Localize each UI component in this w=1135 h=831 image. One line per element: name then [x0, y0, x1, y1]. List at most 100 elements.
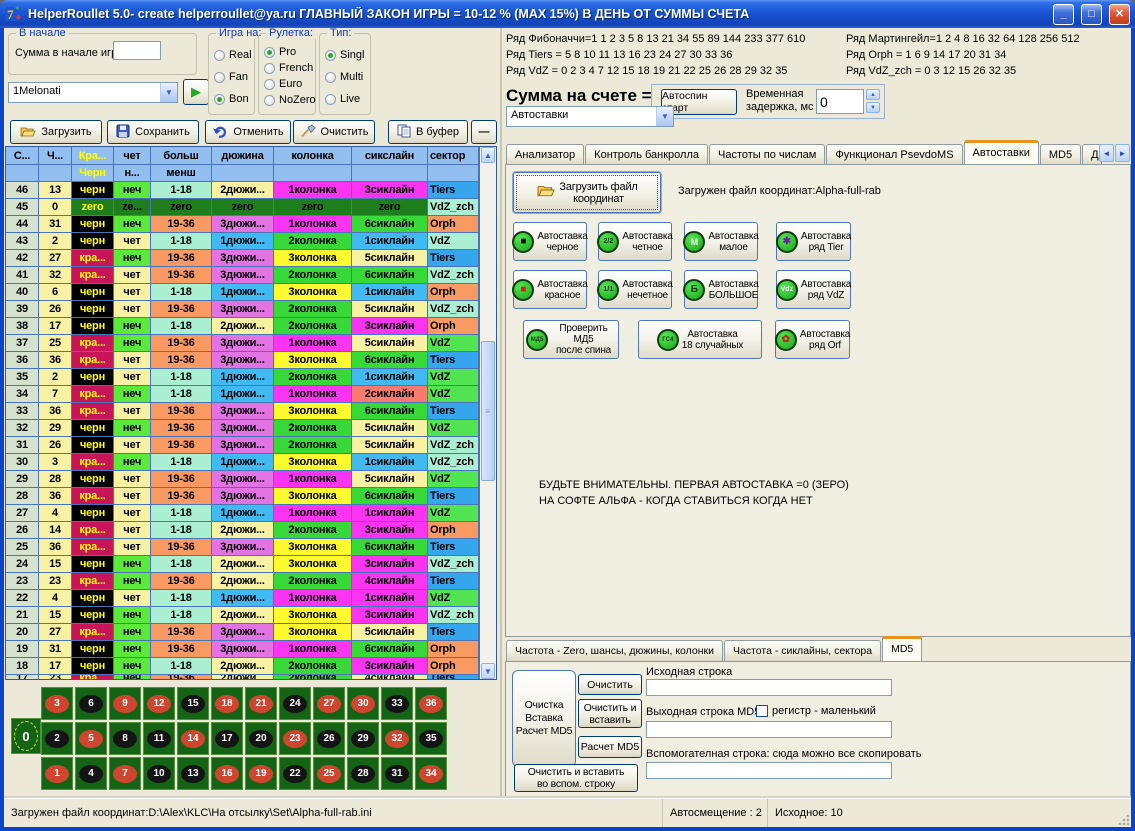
profile-combo[interactable]: 1Melonati ▼ — [8, 82, 178, 103]
roulette-cell-17[interactable]: 17 — [211, 722, 243, 755]
autobet-odd-button[interactable]: 1/1Автоставканечетное — [598, 270, 672, 309]
roulette-cell-28[interactable]: 28 — [347, 757, 379, 790]
delay-input[interactable] — [816, 89, 864, 114]
radio-pro[interactable]: Pro — [264, 46, 296, 58]
roulette-cell-20[interactable]: 20 — [245, 722, 277, 755]
roulette-cell-27[interactable]: 27 — [313, 687, 345, 720]
spin-down-icon[interactable]: ▼ — [866, 102, 880, 113]
collapse-button[interactable]: — — [471, 120, 497, 144]
maximize-button[interactable]: □ — [1081, 4, 1102, 25]
md5-source-input[interactable] — [646, 679, 892, 696]
roulette-cell-10[interactable]: 10 — [143, 757, 175, 790]
md5-clear-and-paste-button[interactable]: Очистить ивставить — [578, 699, 642, 728]
radio-french[interactable]: French — [264, 62, 313, 74]
register-checkbox-row[interactable]: регистр - маленький — [756, 705, 876, 717]
roulette-cell-31[interactable]: 31 — [381, 757, 413, 790]
roulette-cell-36[interactable]: 36 — [415, 687, 447, 720]
load-button[interactable]: Загрузить — [10, 120, 102, 144]
roulette-cell-6[interactable]: 6 — [75, 687, 107, 720]
roulette-cell-1[interactable]: 1 — [41, 757, 73, 790]
radio-multi-icon[interactable] — [325, 72, 336, 83]
tab-analyzer[interactable]: Анализатор — [506, 144, 584, 165]
play-button[interactable]: ▶ — [183, 79, 209, 105]
roulette-cell-11[interactable]: 11 — [143, 722, 175, 755]
tab-scroll-right-icon[interactable]: ► — [1115, 144, 1130, 162]
radio-live-icon[interactable] — [325, 94, 336, 105]
chevron-down-icon[interactable]: ▼ — [160, 83, 177, 102]
undo-button[interactable]: Отменить — [205, 120, 291, 144]
check-md5-after-spin-button[interactable]: МД5Проверить МД5после спина — [523, 320, 619, 359]
scroll-down-icon[interactable]: ▼ — [481, 663, 495, 679]
autobet-18-random-button[interactable]: ГС4Автоставка18 случайных — [638, 320, 762, 359]
resize-grip[interactable] — [1117, 813, 1129, 825]
radio-multi[interactable]: Multi — [325, 71, 363, 83]
mode-combo[interactable]: Автоставки ▼ — [506, 106, 674, 127]
tab-autobets[interactable]: Автоставки — [964, 140, 1039, 165]
tab-md5[interactable]: MD5 — [1040, 144, 1081, 165]
tab-freq-zero-chances[interactable]: Частота - Zero, шансы, дюжины, колонки — [506, 640, 723, 661]
radio-real[interactable]: Real — [214, 49, 252, 61]
start-sum-input[interactable] — [113, 41, 161, 60]
md5-clear-button[interactable]: Очистить — [578, 674, 642, 695]
tab-scroll-left-icon[interactable]: ◄ — [1099, 144, 1114, 162]
radio-french-icon[interactable] — [264, 63, 275, 74]
autobet-small-button[interactable]: MАвтоставкамалое — [684, 222, 758, 261]
roulette-cell-18[interactable]: 18 — [211, 687, 243, 720]
md5-clear-paste-calc-button[interactable]: ОчисткаВставкаРасчет MD5 — [512, 670, 576, 767]
roulette-cell-23[interactable]: 23 — [279, 722, 311, 755]
autobet-orf-row-button[interactable]: ✿Автоставкаряд Orf — [775, 320, 850, 359]
radio-nozero-icon[interactable] — [264, 95, 275, 106]
radio-bon[interactable]: Bon — [214, 93, 249, 105]
roulette-cell-21[interactable]: 21 — [245, 687, 277, 720]
md5-aux-input[interactable] — [646, 762, 892, 779]
roulette-cell-16[interactable]: 16 — [211, 757, 243, 790]
roulette-cell-9[interactable]: 9 — [109, 687, 141, 720]
roulette-cell-5[interactable]: 5 — [75, 722, 107, 755]
copy-buffer-button[interactable]: В буфер — [388, 120, 468, 144]
autobet-tier-row-button[interactable]: ✱Автоставкаряд Tier — [776, 222, 851, 261]
roulette-cell-30[interactable]: 30 — [347, 687, 379, 720]
tab-number-frequencies[interactable]: Частоты по числам — [709, 144, 825, 165]
autobet-big-button[interactable]: БАвтоставкаБОЛЬШОЕ — [684, 270, 758, 309]
autobet-red-button[interactable]: ■Автоставкакрасное — [513, 270, 587, 309]
radio-fan-icon[interactable] — [214, 72, 225, 83]
radio-singl-icon[interactable] — [325, 50, 336, 61]
roulette-cell-12[interactable]: 12 — [143, 687, 175, 720]
roulette-cell-2[interactable]: 2 — [41, 722, 73, 755]
roulette-cell-26[interactable]: 26 — [313, 722, 345, 755]
autobet-even-button[interactable]: 2/2Автоставкачетное — [598, 222, 672, 261]
md5-output-input[interactable] — [646, 721, 892, 738]
register-checkbox[interactable] — [756, 705, 768, 717]
table-scrollbar[interactable]: ▲ ≡ ▼ — [479, 147, 496, 679]
roulette-cell-19[interactable]: 19 — [245, 757, 277, 790]
scrollbar-thumb[interactable]: ≡ — [481, 341, 495, 481]
roulette-cell-22[interactable]: 22 — [279, 757, 311, 790]
roulette-cell-15[interactable]: 15 — [177, 687, 209, 720]
spin-up-icon[interactable]: ▲ — [866, 89, 880, 100]
tab-psevdoms[interactable]: Функционал PsevdoMS — [826, 144, 962, 165]
radio-pro-icon[interactable] — [264, 47, 275, 58]
radio-singl[interactable]: Singl — [325, 49, 364, 61]
roulette-cell-13[interactable]: 13 — [177, 757, 209, 790]
clear-button[interactable]: Очистить — [293, 120, 375, 144]
radio-bon-icon[interactable] — [214, 94, 225, 105]
minimize-button[interactable]: _ — [1053, 4, 1074, 25]
radio-fan[interactable]: Fan — [214, 71, 248, 83]
roulette-cell-24[interactable]: 24 — [279, 687, 311, 720]
close-button[interactable]: ✕ — [1109, 4, 1130, 25]
tab-bankroll-control[interactable]: Контроль банкролла — [585, 144, 708, 165]
save-button[interactable]: Сохранить — [107, 120, 199, 144]
roulette-cell-3[interactable]: 3 — [41, 687, 73, 720]
radio-live[interactable]: Live — [325, 93, 360, 105]
load-coordinates-button[interactable]: Загрузить файлкоординат — [513, 172, 661, 213]
radio-real-icon[interactable] — [214, 50, 225, 61]
roulette-cell-14[interactable]: 14 — [177, 722, 209, 755]
roulette-cell-0[interactable]: 0 — [11, 718, 41, 754]
radio-euro[interactable]: Euro — [264, 78, 302, 90]
scroll-up-icon[interactable]: ▲ — [481, 147, 495, 163]
radio-nozero[interactable]: NoZero — [264, 94, 316, 106]
roulette-cell-35[interactable]: 35 — [415, 722, 447, 755]
roulette-cell-25[interactable]: 25 — [313, 757, 345, 790]
autobet-vdz-row-button[interactable]: VdzАвтоставкаряд VdZ — [776, 270, 851, 309]
radio-euro-icon[interactable] — [264, 79, 275, 90]
